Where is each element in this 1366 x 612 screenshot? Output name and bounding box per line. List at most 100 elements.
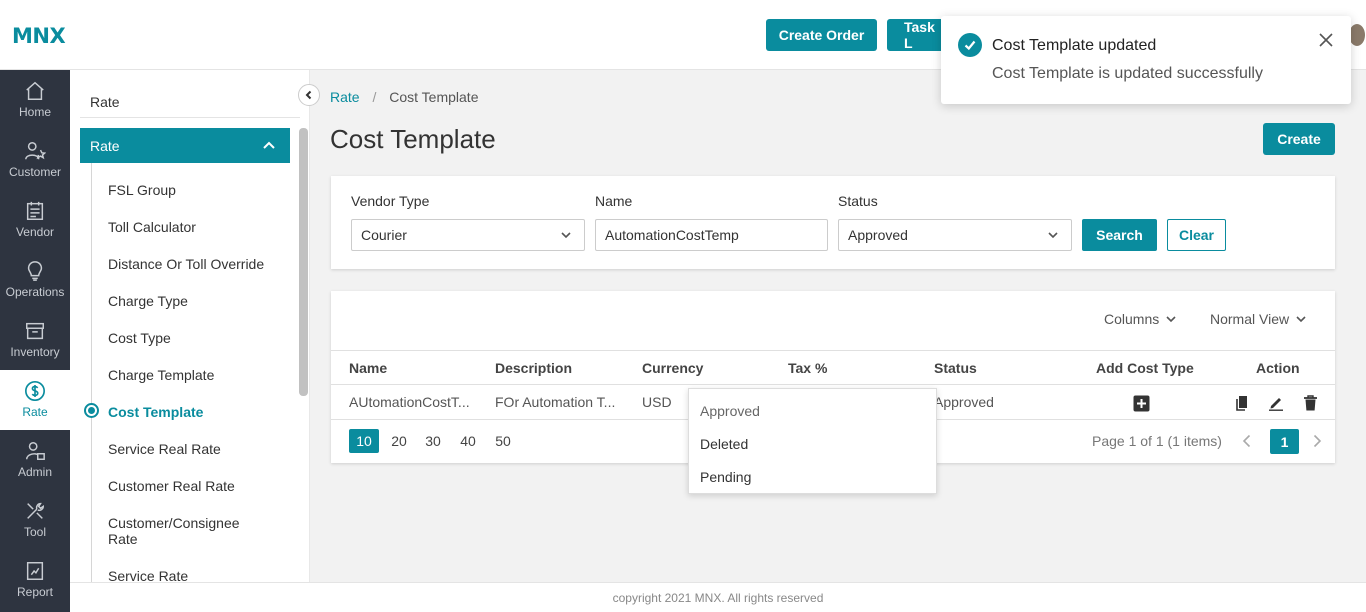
column-header-add-cost-type: Add Cost Type — [1096, 360, 1194, 376]
nav-item-vendor[interactable]: Vendor — [0, 190, 70, 250]
chevron-down-icon — [1296, 316, 1306, 323]
column-header-status[interactable]: Status — [934, 360, 977, 376]
chevron-down-icon — [561, 232, 571, 239]
vendor-type-label: Vendor Type — [351, 193, 430, 209]
table-header: Name Description Currency Tax % Status A… — [331, 350, 1335, 385]
vendor-type-value: Courier — [361, 227, 407, 243]
submenu-item-cost-template[interactable]: Cost Template — [108, 404, 288, 420]
chevron-right-icon[interactable] — [1311, 434, 1323, 448]
submenu-item-toll-calculator[interactable]: Toll Calculator — [108, 219, 288, 235]
submenu-title: Rate — [90, 94, 120, 110]
search-button[interactable]: Search — [1082, 219, 1157, 251]
add-cost-type-icon[interactable] — [1133, 395, 1150, 412]
box-icon — [26, 322, 44, 340]
brand-logo[interactable]: MNX — [12, 24, 66, 48]
breadcrumb-current: Cost Template — [389, 89, 479, 105]
status-select-value: Approved — [848, 227, 908, 243]
copy-icon[interactable] — [1235, 395, 1251, 411]
name-label: Name — [595, 193, 633, 209]
nav-item-customer[interactable]: Customer — [0, 130, 70, 190]
active-indicator — [84, 403, 99, 418]
nav-item-rate[interactable]: Rate — [0, 370, 70, 430]
submenu-item-customer-real-rate[interactable]: Customer Real Rate — [108, 478, 288, 494]
cell-status: Approved — [934, 394, 994, 410]
admin-icon — [26, 442, 45, 460]
nav-item-home[interactable]: Home — [0, 70, 70, 130]
nav-item-report[interactable]: Report — [0, 550, 70, 610]
status-option-pending[interactable]: Pending — [700, 469, 751, 485]
cell-name: AUtomationCostT... — [349, 394, 470, 410]
create-order-button[interactable]: Create Order — [766, 19, 877, 51]
nav-item-inventory[interactable]: Inventory — [0, 310, 70, 370]
submenu-item-charge-template[interactable]: Charge Template — [108, 367, 288, 383]
clear-button[interactable]: Clear — [1167, 219, 1226, 251]
task-list-button[interactable]: Task L — [887, 19, 947, 51]
close-icon[interactable] — [1317, 31, 1335, 49]
tree-line — [91, 163, 92, 582]
divider — [80, 117, 300, 118]
breadcrumb: Rate / Cost Template — [330, 89, 478, 105]
name-input[interactable]: AutomationCostTemp — [595, 219, 828, 251]
submenu-group-rate[interactable]: Rate — [80, 128, 290, 163]
column-header-action: Action — [1256, 360, 1300, 376]
report-icon — [26, 562, 44, 580]
tools-icon — [27, 502, 44, 519]
columns-label: Columns — [1104, 311, 1160, 327]
page-number-1[interactable]: 1 — [1270, 429, 1299, 454]
check-circle-icon — [958, 33, 982, 57]
filter-panel: Vendor Type Courier Name AutomationCostT… — [331, 176, 1335, 269]
dollar-icon — [25, 381, 45, 401]
toast-title: Cost Template updated — [992, 37, 1157, 54]
create-button[interactable]: Create — [1263, 123, 1335, 155]
collapse-menu-button[interactable] — [298, 84, 320, 106]
submenu-item-customer-consignee-rate[interactable]: Customer/Consignee Rate — [108, 515, 258, 547]
column-header-name[interactable]: Name — [349, 360, 387, 376]
status-option-approved[interactable]: Approved — [700, 403, 760, 419]
chevron-left-icon[interactable] — [1241, 434, 1253, 448]
chevron-up-icon — [263, 141, 275, 149]
page-size-50[interactable]: 50 — [488, 429, 518, 453]
delete-icon[interactable] — [1303, 395, 1318, 411]
page-size-40[interactable]: 40 — [453, 429, 483, 453]
page-size-20[interactable]: 20 — [384, 429, 414, 453]
submenu-item-charge-type[interactable]: Charge Type — [108, 293, 288, 309]
home-icon — [26, 81, 44, 100]
vendor-type-select[interactable]: Courier — [351, 219, 585, 251]
vendor-icon — [26, 201, 44, 220]
submenu-item-cost-type[interactable]: Cost Type — [108, 330, 288, 346]
breadcrumb-separator: / — [372, 89, 377, 105]
customer-icon — [25, 142, 46, 160]
submenu-item-fsl-group[interactable]: FSL Group — [108, 182, 288, 198]
submenu-item-distance-override[interactable]: Distance Or Toll Override — [108, 256, 288, 272]
status-filter-dropdown: Approved Deleted Pending — [688, 388, 937, 494]
page-info: Page 1 of 1 (1 items) — [1092, 433, 1222, 449]
columns-button[interactable]: Columns — [1104, 311, 1177, 327]
page-size-30[interactable]: 30 — [418, 429, 448, 453]
submenu-scrollbar[interactable] — [299, 128, 308, 396]
footer: copyright 2021 MNX. All rights reserved — [70, 582, 1366, 612]
submenu-item-service-rate[interactable]: Service Rate — [108, 568, 288, 582]
status-option-deleted[interactable]: Deleted — [700, 436, 748, 452]
chevron-down-icon — [1166, 316, 1176, 323]
submenu-group-label: Rate — [90, 137, 120, 154]
nav-item-operations[interactable]: Operations — [0, 250, 70, 310]
cell-description: FOr Automation T... — [495, 394, 616, 410]
nav-item-admin[interactable]: Admin — [0, 430, 70, 490]
breadcrumb-rate-link[interactable]: Rate — [330, 89, 360, 105]
column-header-currency[interactable]: Currency — [642, 360, 703, 376]
column-header-description[interactable]: Description — [495, 360, 572, 376]
rate-submenu: Rate Rate FSL Group Toll Calculator Dist… — [70, 70, 310, 582]
edit-icon[interactable] — [1268, 395, 1284, 411]
view-mode-button[interactable]: Normal View — [1210, 311, 1307, 327]
submenu-item-service-real-rate[interactable]: Service Real Rate — [108, 441, 288, 457]
status-select[interactable]: Approved — [838, 219, 1072, 251]
chevron-left-icon — [305, 90, 312, 100]
column-header-tax[interactable]: Tax % — [788, 360, 827, 376]
avatar[interactable] — [1349, 24, 1365, 46]
page-size-10[interactable]: 10 — [349, 429, 379, 453]
nav-item-tool[interactable]: Tool — [0, 490, 70, 550]
view-mode-label: Normal View — [1210, 311, 1290, 327]
page-title: Cost Template — [330, 124, 496, 154]
name-input-value: AutomationCostTemp — [605, 227, 739, 243]
toast-message: Cost Template is updated successfully — [992, 65, 1263, 82]
